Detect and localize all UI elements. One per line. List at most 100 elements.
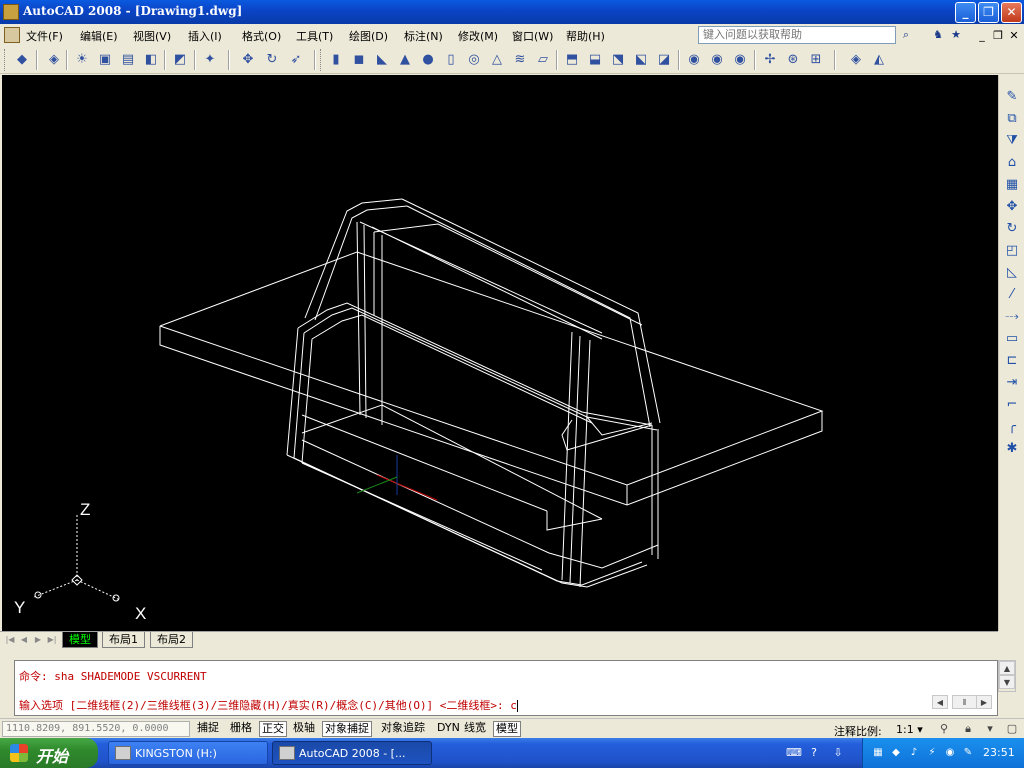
first-tab-arrow-icon[interactable]: |◀ bbox=[4, 634, 16, 646]
planar-surface-icon[interactable]: ▱ bbox=[533, 50, 553, 70]
section-icon[interactable]: ◭ bbox=[869, 50, 889, 70]
wedge-icon[interactable]: ◣ bbox=[372, 50, 392, 70]
clean-screen-icon[interactable]: ▢ bbox=[1004, 722, 1020, 736]
lock-icon[interactable]: 🔒︎ bbox=[960, 722, 976, 736]
drawing-viewport[interactable]: Z Y X bbox=[2, 75, 998, 631]
scroll-down-arrow-icon[interactable]: ▼ bbox=[999, 675, 1015, 689]
loft-icon[interactable]: ◪ bbox=[654, 50, 674, 70]
materials-icon[interactable]: ▤ bbox=[118, 50, 138, 70]
revolve-icon[interactable]: ⬕ bbox=[631, 50, 651, 70]
chamfer-icon[interactable]: ⌐ bbox=[1002, 395, 1022, 415]
pyramid-icon[interactable]: △ bbox=[487, 50, 507, 70]
fly-icon[interactable]: ➶ bbox=[286, 50, 306, 70]
menu-draw[interactable]: 绘图(D) bbox=[349, 28, 388, 44]
render-icon[interactable]: ▣ bbox=[95, 50, 115, 70]
doc-close-button[interactable]: ✕ bbox=[1006, 27, 1022, 43]
box-icon[interactable]: ◼ bbox=[349, 50, 369, 70]
extrude-icon[interactable]: ⬒ bbox=[562, 50, 582, 70]
input-method-icon[interactable]: ⇩ bbox=[830, 746, 846, 760]
start-button[interactable]: 开始 bbox=[0, 738, 98, 768]
explode-icon[interactable]: ✱ bbox=[1002, 439, 1022, 459]
tab-layout1[interactable]: 布局1 bbox=[102, 632, 145, 648]
walk-icon[interactable]: ◧ bbox=[141, 50, 161, 70]
snap-toggle[interactable]: 捕捉 bbox=[195, 721, 221, 737]
osnap-toggle[interactable]: 对象捕捉 bbox=[322, 721, 372, 737]
taskbar-item-autocad[interactable]: AutoCAD 2008 - [... bbox=[272, 741, 432, 765]
menu-window[interactable]: 窗口(W) bbox=[512, 28, 553, 44]
3d-move-icon[interactable]: ✢ bbox=[760, 50, 780, 70]
title-bar[interactable]: AutoCAD 2008 - [Drawing1.dwg] _ ❐ ✕ bbox=[0, 0, 1024, 24]
annotation-scale-dropdown[interactable]: 1:1 ▾ bbox=[896, 723, 923, 736]
fillet-icon[interactable]: ╭ bbox=[1002, 417, 1022, 437]
command-prompt-line[interactable]: 输入选项 [二维线框(2)/三维线框(3)/三维隐藏(H)/真实(R)/概念(C… bbox=[19, 697, 518, 713]
array-icon[interactable]: ▦ bbox=[1002, 175, 1022, 195]
search-icon[interactable]: ⌕ bbox=[898, 27, 914, 43]
tab-model[interactable]: 模型 bbox=[62, 632, 98, 648]
favorites-star-icon[interactable]: ★ bbox=[948, 27, 964, 43]
trim-icon[interactable]: ⁄ bbox=[1002, 285, 1022, 305]
orbit-icon[interactable]: ↻ bbox=[262, 50, 282, 70]
command-scroll-right[interactable]: ▶ bbox=[976, 695, 996, 713]
scroll-up-arrow-icon[interactable]: ▲ bbox=[999, 661, 1015, 675]
help-icon[interactable]: ? bbox=[806, 746, 822, 760]
menu-view[interactable]: 视图(V) bbox=[133, 28, 171, 44]
menu-edit[interactable]: 编辑(E) bbox=[80, 28, 118, 44]
prev-tab-arrow-icon[interactable]: ◀ bbox=[18, 634, 30, 646]
visual-style-icon[interactable]: ◩ bbox=[170, 50, 190, 70]
3d-align-icon[interactable]: ⊞ bbox=[806, 50, 826, 70]
menu-tools[interactable]: 工具(T) bbox=[296, 28, 333, 44]
sun-light-icon[interactable]: ☀ bbox=[72, 50, 92, 70]
offset-icon[interactable]: ⌂ bbox=[1002, 153, 1022, 173]
autocad-app-icon[interactable] bbox=[3, 4, 19, 20]
menu-modify[interactable]: 修改(M) bbox=[458, 28, 498, 44]
taskbar-clock[interactable]: 23:51 bbox=[983, 746, 1015, 759]
thicken-icon[interactable]: ◈ bbox=[846, 50, 866, 70]
sweep-icon[interactable]: ⬔ bbox=[608, 50, 628, 70]
toolbar-grip[interactable] bbox=[320, 49, 323, 71]
toolbar-grip[interactable] bbox=[4, 49, 7, 71]
menu-format[interactable]: 格式(O) bbox=[242, 28, 281, 44]
pan-icon[interactable]: ✥ bbox=[238, 50, 258, 70]
coordinate-readout[interactable]: 1110.8209, 891.5520, 0.0000 bbox=[2, 721, 190, 737]
model-toggle[interactable]: 模型 bbox=[493, 721, 521, 737]
status-menu-arrow-icon[interactable]: ▾ bbox=[982, 722, 998, 736]
ortho-toggle[interactable]: 正交 bbox=[259, 721, 287, 737]
erase-icon[interactable]: ✎ bbox=[1002, 87, 1022, 107]
grid-toggle[interactable]: 栅格 bbox=[228, 721, 254, 737]
cylinder-icon[interactable]: ▯ bbox=[441, 50, 461, 70]
menu-help[interactable]: 帮助(H) bbox=[566, 28, 605, 44]
next-tab-arrow-icon[interactable]: ▶ bbox=[32, 634, 44, 646]
stretch-icon[interactable]: ◺ bbox=[1002, 263, 1022, 283]
antivirus-icon[interactable]: ◉ bbox=[943, 746, 957, 760]
sphere-icon[interactable]: ● bbox=[418, 50, 438, 70]
move-icon[interactable]: ✥ bbox=[1002, 197, 1022, 217]
layers-icon[interactable]: ◈ bbox=[44, 50, 64, 70]
mirror-icon[interactable]: ⧩ bbox=[1002, 131, 1022, 151]
otrack-toggle[interactable]: 对象追踪 bbox=[379, 721, 427, 737]
doc-restore-button[interactable]: ❐ bbox=[990, 27, 1006, 43]
command-vertical-scrollbar[interactable]: ▲ ▼ bbox=[998, 660, 1016, 692]
cone-icon[interactable]: ▲ bbox=[395, 50, 415, 70]
intersect-icon[interactable]: ◉ bbox=[730, 50, 750, 70]
close-button[interactable]: ✕ bbox=[1001, 2, 1022, 23]
menu-insert[interactable]: 插入(I) bbox=[188, 28, 222, 44]
minimize-button[interactable]: _ bbox=[955, 2, 976, 23]
polysolid-icon[interactable]: ▮ bbox=[326, 50, 346, 70]
scroll-thumb[interactable]: ⦀ bbox=[951, 695, 978, 709]
scroll-right-arrow-icon[interactable]: ▶ bbox=[976, 695, 992, 709]
tab-layout2[interactable]: 布局2 bbox=[150, 632, 193, 648]
scale-icon[interactable]: ◰ bbox=[1002, 241, 1022, 261]
copy-icon[interactable]: ⧉ bbox=[1002, 109, 1022, 129]
doc-minimize-button[interactable]: _ bbox=[974, 27, 990, 43]
lineweight-toggle[interactable]: 线宽 bbox=[462, 721, 488, 737]
torus-icon[interactable]: ◎ bbox=[464, 50, 484, 70]
model-space-icon[interactable]: ✦ bbox=[200, 50, 220, 70]
polar-toggle[interactable]: 极轴 bbox=[291, 721, 317, 737]
network-icon[interactable]: ▦ bbox=[871, 746, 885, 760]
union-icon[interactable]: ◉ bbox=[684, 50, 704, 70]
break-icon[interactable]: ⊏ bbox=[1002, 351, 1022, 371]
menu-dimension[interactable]: 标注(N) bbox=[404, 28, 443, 44]
help-search-input[interactable] bbox=[698, 26, 896, 44]
dyn-toggle[interactable]: DYN bbox=[435, 721, 462, 737]
rotate-icon[interactable]: ↻ bbox=[1002, 219, 1022, 239]
